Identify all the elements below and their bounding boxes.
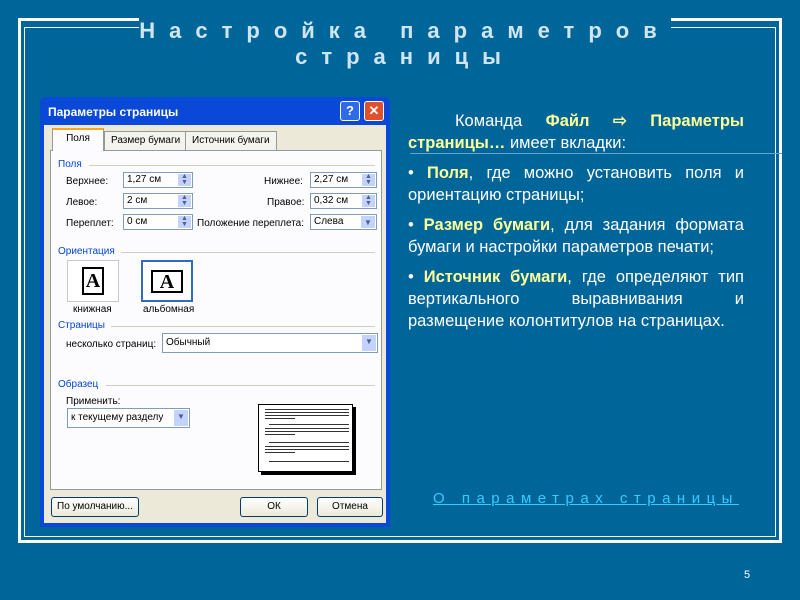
page-preview: [258, 404, 353, 472]
divider: [111, 326, 375, 327]
bullet-term: Поля: [427, 164, 469, 182]
bottom-margin-input[interactable]: 2,27 см ▲ ▼: [310, 172, 377, 188]
bullet-mark: •: [408, 164, 428, 182]
help-button[interactable]: ?: [340, 101, 360, 121]
dialog-body: Поля Размер бумаги Источник бумаги Поля …: [44, 125, 386, 523]
portrait-label: книжная: [73, 304, 112, 315]
bullet-mark: •: [408, 268, 424, 286]
intro-text-end: имеет вкладки:: [505, 134, 627, 152]
gutter-position-label: Положение переплета:: [197, 218, 305, 229]
intro-text: Команда: [454, 112, 546, 130]
spinner-icon[interactable]: ▲ ▼: [362, 173, 375, 186]
dialog-title: Параметры страницы: [48, 105, 179, 119]
multiple-pages-label: несколько страниц:: [66, 339, 157, 350]
bullet-mark: •: [408, 216, 424, 234]
gutter-value: 0 см: [127, 216, 148, 227]
default-button[interactable]: По умолчанию...: [51, 497, 139, 517]
left-margin-input[interactable]: 2 см ▲ ▼: [123, 193, 193, 209]
menu-file: Файл: [545, 112, 590, 130]
gutter-input[interactable]: 0 см ▲ ▼: [123, 214, 193, 230]
arrow-icon: ⇨: [612, 112, 627, 130]
spinner-icon[interactable]: ▲ ▼: [178, 215, 191, 228]
multiple-pages-value: Обычный: [166, 337, 211, 348]
divider: [121, 252, 375, 253]
left-margin-label: Левое:: [66, 197, 98, 208]
bottom-margin-label: Нижнее:: [264, 176, 303, 187]
bullet-term: Источник бумаги: [423, 268, 568, 286]
intro-paragraph: Команда Файл ⇨ Параметры страницы… имеет…: [408, 110, 744, 154]
portrait-button[interactable]: A: [67, 260, 119, 302]
bullet-item: • Размер бумаги, для задания формата бум…: [408, 214, 744, 258]
divider: [89, 165, 375, 166]
spinner-icon[interactable]: ▲ ▼: [362, 194, 375, 207]
bullet-item: • Источник бумаги, где определяют тип ве…: [408, 266, 744, 332]
tab-paper-size[interactable]: Размер бумаги: [104, 131, 188, 150]
landscape-label: альбомная: [143, 304, 195, 315]
slide-body: Команда Файл ⇨ Параметры страницы… имеет…: [408, 110, 744, 340]
landscape-button[interactable]: A: [141, 260, 193, 302]
right-margin-input[interactable]: 0,32 см ▲ ▼: [310, 193, 377, 209]
tab-paper-source[interactable]: Источник бумаги: [185, 131, 277, 150]
left-margin-value: 2 см: [127, 195, 148, 206]
gutter-position-select[interactable]: Слева ▼: [310, 214, 377, 230]
multiple-pages-select[interactable]: Обычный ▼: [162, 333, 378, 353]
spinner-icon[interactable]: ▲ ▼: [178, 173, 191, 186]
right-margin-value: 0,32 см: [314, 195, 349, 206]
divider: [106, 385, 375, 386]
apply-to-value: к текущему разделу: [71, 412, 164, 423]
apply-to-select[interactable]: к текущему разделу ▼: [67, 408, 190, 428]
tab-margins[interactable]: Поля: [52, 128, 104, 151]
close-button[interactable]: ✕: [364, 101, 384, 121]
ok-button[interactable]: ОК: [240, 497, 308, 517]
group-orientation: Ориентация: [58, 246, 115, 257]
cancel-button[interactable]: Отмена: [317, 497, 383, 517]
landscape-page-icon: A: [151, 270, 183, 293]
slide-title: Настройка параметров страницы: [40, 18, 770, 70]
bottom-margin-value: 2,27 см: [314, 174, 349, 185]
slide-title-text: Настройка параметров страницы: [139, 18, 671, 69]
group-sample: Образец: [58, 379, 99, 390]
dialog-titlebar: Параметры страницы ? ✕: [44, 97, 386, 125]
chevron-down-icon[interactable]: ▼: [361, 216, 375, 228]
page-settings-link[interactable]: О параметрах страницы: [433, 490, 739, 507]
top-margin-input[interactable]: 1,27 см ▲ ▼: [123, 172, 193, 188]
bullet-item: • Поля, где можно установить поля и орие…: [408, 162, 744, 206]
right-margin-label: Правое:: [267, 197, 305, 208]
gutter-label: Переплет:: [66, 218, 114, 229]
page-number: 5: [744, 569, 751, 581]
portrait-page-icon: A: [82, 267, 104, 295]
chevron-down-icon[interactable]: ▼: [362, 335, 376, 351]
top-margin-label: Верхнее:: [66, 176, 109, 187]
apply-to-label: Применить:: [66, 396, 121, 407]
top-margin-value: 1,27 см: [127, 174, 162, 185]
group-margins: Поля: [58, 159, 82, 170]
page-setup-dialog: Параметры страницы ? ✕ Поля Размер бумаг…: [40, 97, 390, 527]
gutter-position-value: Слева: [314, 216, 344, 227]
group-pages: Страницы: [58, 320, 105, 331]
spinner-icon[interactable]: ▲ ▼: [178, 194, 191, 207]
chevron-down-icon[interactable]: ▼: [174, 410, 188, 426]
bullet-term: Размер бумаги: [423, 216, 551, 234]
tab-panel: Поля Верхнее: 1,27 см ▲ ▼ Нижнее: 2,27 см ▲…: [50, 150, 382, 490]
